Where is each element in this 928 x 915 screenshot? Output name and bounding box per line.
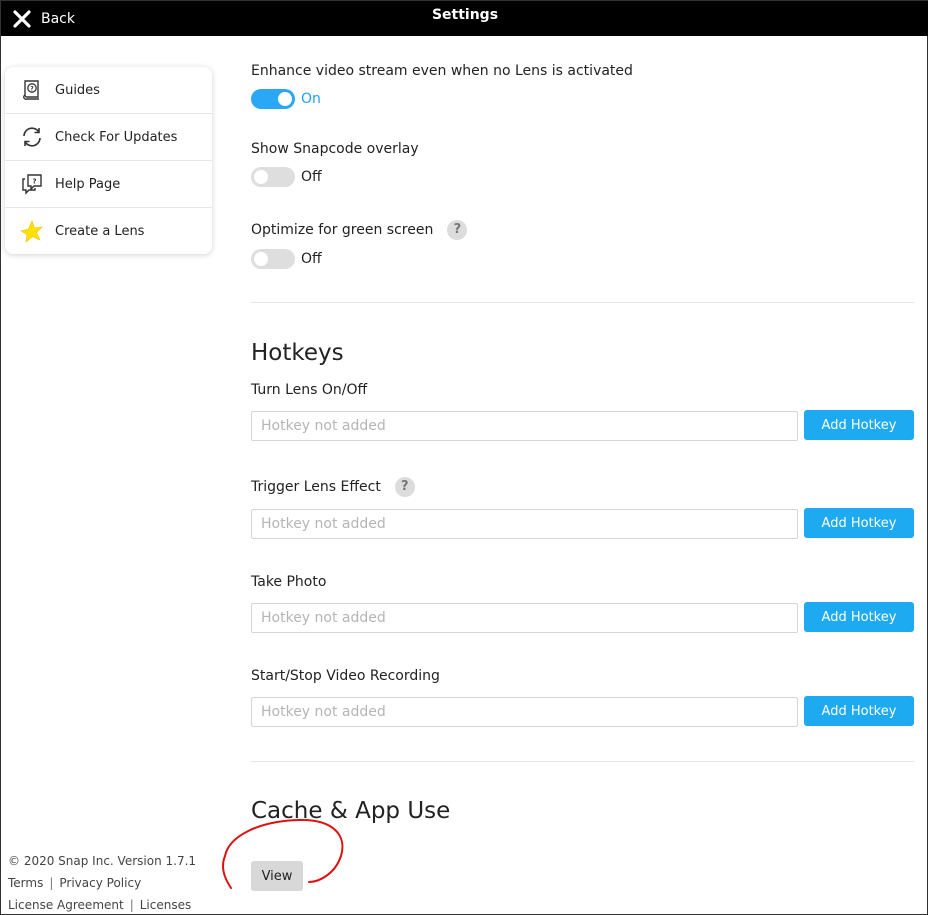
- footer: © 2020 Snap Inc. Version 1.7.1 Terms | Pri…: [8, 850, 196, 915]
- green-screen-toggle[interactable]: [251, 249, 295, 269]
- hotkey-label-row: Trigger Lens Effect?: [251, 477, 415, 497]
- svg-text:?: ?: [30, 86, 34, 93]
- hotkey-label: Take Photo: [251, 574, 327, 590]
- svg-text:?: ?: [32, 178, 36, 186]
- sidebar-menu: ? Guides Check For Updates ? Help Page C…: [5, 67, 212, 254]
- divider: [251, 302, 914, 303]
- privacy-policy-link[interactable]: Privacy Policy: [59, 876, 141, 890]
- add-hotkey-button[interactable]: Add Hotkey: [804, 696, 914, 726]
- sidebar-item-create-lens[interactable]: Create a Lens: [5, 208, 212, 255]
- hotkeys-title: Hotkeys: [251, 340, 344, 366]
- terms-link[interactable]: Terms: [8, 876, 43, 890]
- green-screen-toggle-row: Off: [251, 249, 322, 269]
- hotkey-input-take-photo[interactable]: [251, 603, 798, 633]
- license-agreement-link[interactable]: License Agreement: [8, 898, 124, 912]
- add-hotkey-button[interactable]: Add Hotkey: [804, 508, 914, 538]
- toggle-knob: [278, 92, 292, 106]
- help-icon[interactable]: ?: [447, 220, 468, 240]
- view-cache-button[interactable]: View: [251, 861, 303, 891]
- footer-separator: |: [129, 898, 134, 912]
- help-icon[interactable]: ?: [394, 477, 415, 497]
- sidebar-item-label: Guides: [55, 82, 100, 98]
- snapcode-label: Show Snapcode overlay: [251, 141, 419, 157]
- enhance-state: On: [301, 91, 321, 107]
- title-bar: Back Settings: [1, 1, 928, 36]
- enhance-label: Enhance video stream even when no Lens i…: [251, 63, 633, 79]
- toggle-knob: [254, 170, 268, 184]
- sidebar-item-help-page[interactable]: ? Help Page: [5, 161, 212, 208]
- hotkey-input-lens-toggle[interactable]: [251, 411, 798, 441]
- guides-icon: ?: [19, 77, 45, 103]
- sidebar-item-check-updates[interactable]: Check For Updates: [5, 114, 212, 161]
- copyright-text: © 2020 Snap Inc. Version 1.7.1: [8, 854, 197, 868]
- toggle-knob: [254, 252, 268, 266]
- green-screen-label: Optimize for green screen: [251, 222, 434, 238]
- hotkey-input-video-recording[interactable]: [251, 697, 798, 727]
- enhance-toggle-row: On: [251, 89, 321, 109]
- divider: [251, 761, 914, 762]
- lens-star-icon: [19, 219, 45, 245]
- snapcode-toggle-row: Off: [251, 167, 322, 187]
- add-hotkey-button[interactable]: Add Hotkey: [804, 602, 914, 632]
- snapcode-state: Off: [301, 169, 322, 185]
- snapcode-toggle[interactable]: [251, 167, 295, 187]
- window-title: Settings: [431, 7, 499, 23]
- licenses-link[interactable]: Licenses: [140, 898, 192, 912]
- hotkey-label: Trigger Lens Effect: [251, 479, 381, 495]
- hotkey-input-trigger-effect[interactable]: [251, 509, 798, 539]
- green-screen-state: Off: [301, 251, 322, 267]
- enhance-toggle[interactable]: [251, 89, 295, 109]
- green-screen-row: Optimize for green screen?: [251, 220, 468, 240]
- sidebar-item-label: Check For Updates: [55, 129, 178, 145]
- add-hotkey-button[interactable]: Add Hotkey: [804, 410, 914, 440]
- sidebar-item-label: Help Page: [55, 176, 121, 192]
- cache-title: Cache & App Use: [251, 798, 451, 824]
- sidebar-item-label: Create a Lens: [55, 224, 145, 239]
- refresh-icon: [19, 124, 45, 150]
- hotkey-label: Start/Stop Video Recording: [251, 668, 440, 684]
- footer-separator: |: [49, 876, 54, 890]
- hotkey-label: Turn Lens On/Off: [251, 382, 368, 398]
- sidebar-item-guides[interactable]: ? Guides: [5, 67, 212, 114]
- help-chat-icon: ?: [19, 171, 45, 197]
